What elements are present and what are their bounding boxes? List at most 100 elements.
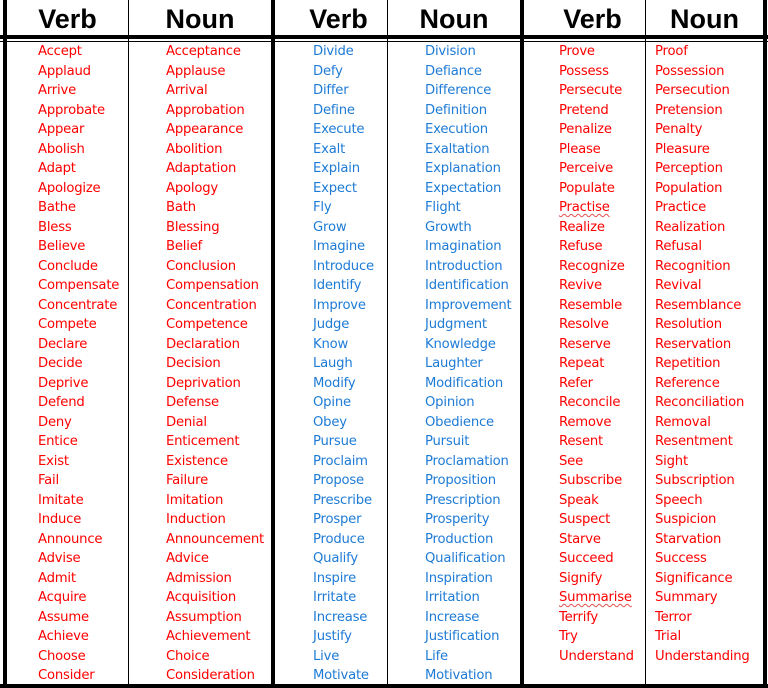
noun-cell: Modification	[425, 375, 503, 391]
verb-column-1: Accept Applaud Arrive Approbate Appear Abolis…	[38, 42, 119, 686]
verb-cell: Repeat	[559, 356, 605, 371]
verb-cell: Assume	[38, 609, 89, 625]
verb-cell: Acquire	[38, 590, 87, 605]
noun-cell: Arrival	[166, 83, 208, 98]
header-noun-3: Noun	[670, 4, 739, 34]
verb-cell: Exist	[38, 453, 69, 469]
verb-cell: Terrify	[559, 609, 599, 625]
noun-cell: Approbation	[166, 102, 245, 118]
verb-cell: Perceive	[559, 161, 614, 176]
noun-cell: Division	[425, 44, 476, 59]
noun-cell: Pleasure	[655, 141, 710, 157]
noun-cell: Assumption	[166, 609, 242, 625]
table-divider-2	[520, 0, 524, 688]
verb-cell: Inspire	[313, 570, 356, 586]
verb-cell: Improve	[313, 297, 366, 313]
verb-cell: Recognize	[559, 258, 625, 274]
verb-cell: Succeed	[559, 551, 614, 566]
column-divider-3	[645, 0, 646, 688]
verb-cell: Imitate	[38, 492, 84, 508]
noun-cell: Resolution	[655, 317, 722, 332]
noun-cell: Removal	[655, 414, 711, 430]
verb-cell: Fly	[313, 200, 332, 215]
verb-cell: Qualify	[313, 551, 358, 566]
noun-cell: Proposition	[425, 473, 496, 488]
noun-cell: Abolition	[166, 141, 223, 157]
noun-cell: Admission	[166, 570, 232, 586]
noun-cell: Possession	[655, 63, 725, 79]
noun-cell: Defiance	[425, 63, 482, 79]
noun-cell: Trial	[655, 629, 681, 644]
noun-cell: Failure	[166, 473, 208, 488]
noun-cell: Denial	[166, 414, 207, 430]
noun-cell: Significance	[655, 570, 733, 586]
noun-cell: Success	[655, 551, 707, 566]
verb-cell: Refuse	[559, 239, 603, 254]
noun-cell: Refusal	[655, 239, 702, 254]
verb-cell: Starve	[559, 531, 601, 547]
noun-cell: Conclusion	[166, 258, 236, 274]
header-verb-3: Verb	[563, 4, 622, 34]
verb-cell: Arrive	[38, 83, 77, 98]
header-noun-2: Noun	[419, 4, 489, 34]
verb-cell: Prove	[559, 44, 595, 59]
noun-cell: Population	[655, 180, 723, 196]
verb-cell: Propose	[313, 473, 364, 488]
noun-cell: Persecution	[655, 83, 730, 98]
noun-cell: Summary	[655, 590, 718, 605]
noun-cell: Exaltation	[425, 141, 490, 157]
noun-cell: Motivation	[425, 668, 493, 683]
verb-cell: Explain	[313, 161, 360, 176]
noun-cell: Subscription	[655, 473, 735, 488]
noun-cell: Growth	[425, 219, 472, 235]
verb-cell: Subscribe	[559, 473, 622, 488]
noun-cell: Acquisition	[166, 590, 237, 605]
verb-cell: Advise	[38, 551, 81, 566]
verb-cell: Opine	[313, 395, 351, 410]
noun-cell: Perception	[655, 161, 723, 176]
header-noun-1: Noun	[165, 4, 235, 34]
noun-cell: Advice	[166, 551, 209, 566]
noun-cell: Reference	[655, 375, 720, 391]
verb-cell: Justify	[313, 629, 352, 644]
verb-cell: Produce	[313, 531, 365, 547]
noun-cell: Induction	[166, 512, 226, 527]
verb-cell: Announce	[38, 531, 103, 547]
noun-cell: Reservation	[655, 336, 732, 352]
verb-cell: Motivate	[313, 668, 369, 683]
verb-cell: Decide	[38, 356, 83, 371]
verb-cell: Refer	[559, 375, 593, 391]
verb-cell: Abolish	[38, 141, 85, 157]
noun-cell: Recognition	[655, 258, 731, 274]
noun-cell: Knowledge	[425, 336, 496, 352]
noun-cell: Announcement	[166, 531, 264, 547]
verb-cell: Define	[313, 102, 355, 118]
noun-cell: Revival	[655, 278, 702, 293]
verb-cell: Identify	[313, 278, 362, 293]
verb-cell: Grow	[313, 219, 347, 235]
verb-cell: Admit	[38, 570, 76, 586]
noun-cell: Justification	[425, 629, 500, 644]
verb-cell: Live	[313, 648, 340, 664]
noun-cell: Introduction	[425, 258, 503, 274]
noun-cell: Blessing	[166, 219, 220, 235]
verb-cell: Conclude	[38, 258, 98, 274]
verb-cell: Populate	[559, 180, 615, 196]
noun-cell: Sight	[655, 453, 688, 469]
noun-cell: Enticement	[166, 434, 240, 449]
noun-cell: Decision	[166, 356, 221, 371]
verb-cell: Realize	[559, 219, 605, 235]
noun-cell: Irritation	[425, 590, 480, 605]
verb-cell: Summarise	[559, 590, 632, 605]
verb-cell: Know	[313, 336, 349, 352]
noun-cell: Improvement	[425, 297, 512, 313]
verb-cell: Proclaim	[313, 453, 368, 469]
noun-cell: Applause	[166, 63, 226, 79]
verb-cell: Resent	[559, 434, 603, 449]
header-verb-2: Verb	[309, 4, 368, 34]
verb-cell: Achieve	[38, 629, 89, 644]
verb-cell: Imagine	[313, 239, 365, 254]
verb-cell: Resolve	[559, 317, 609, 332]
verb-cell: Reserve	[559, 336, 611, 352]
noun-cell: Imagination	[425, 239, 502, 254]
